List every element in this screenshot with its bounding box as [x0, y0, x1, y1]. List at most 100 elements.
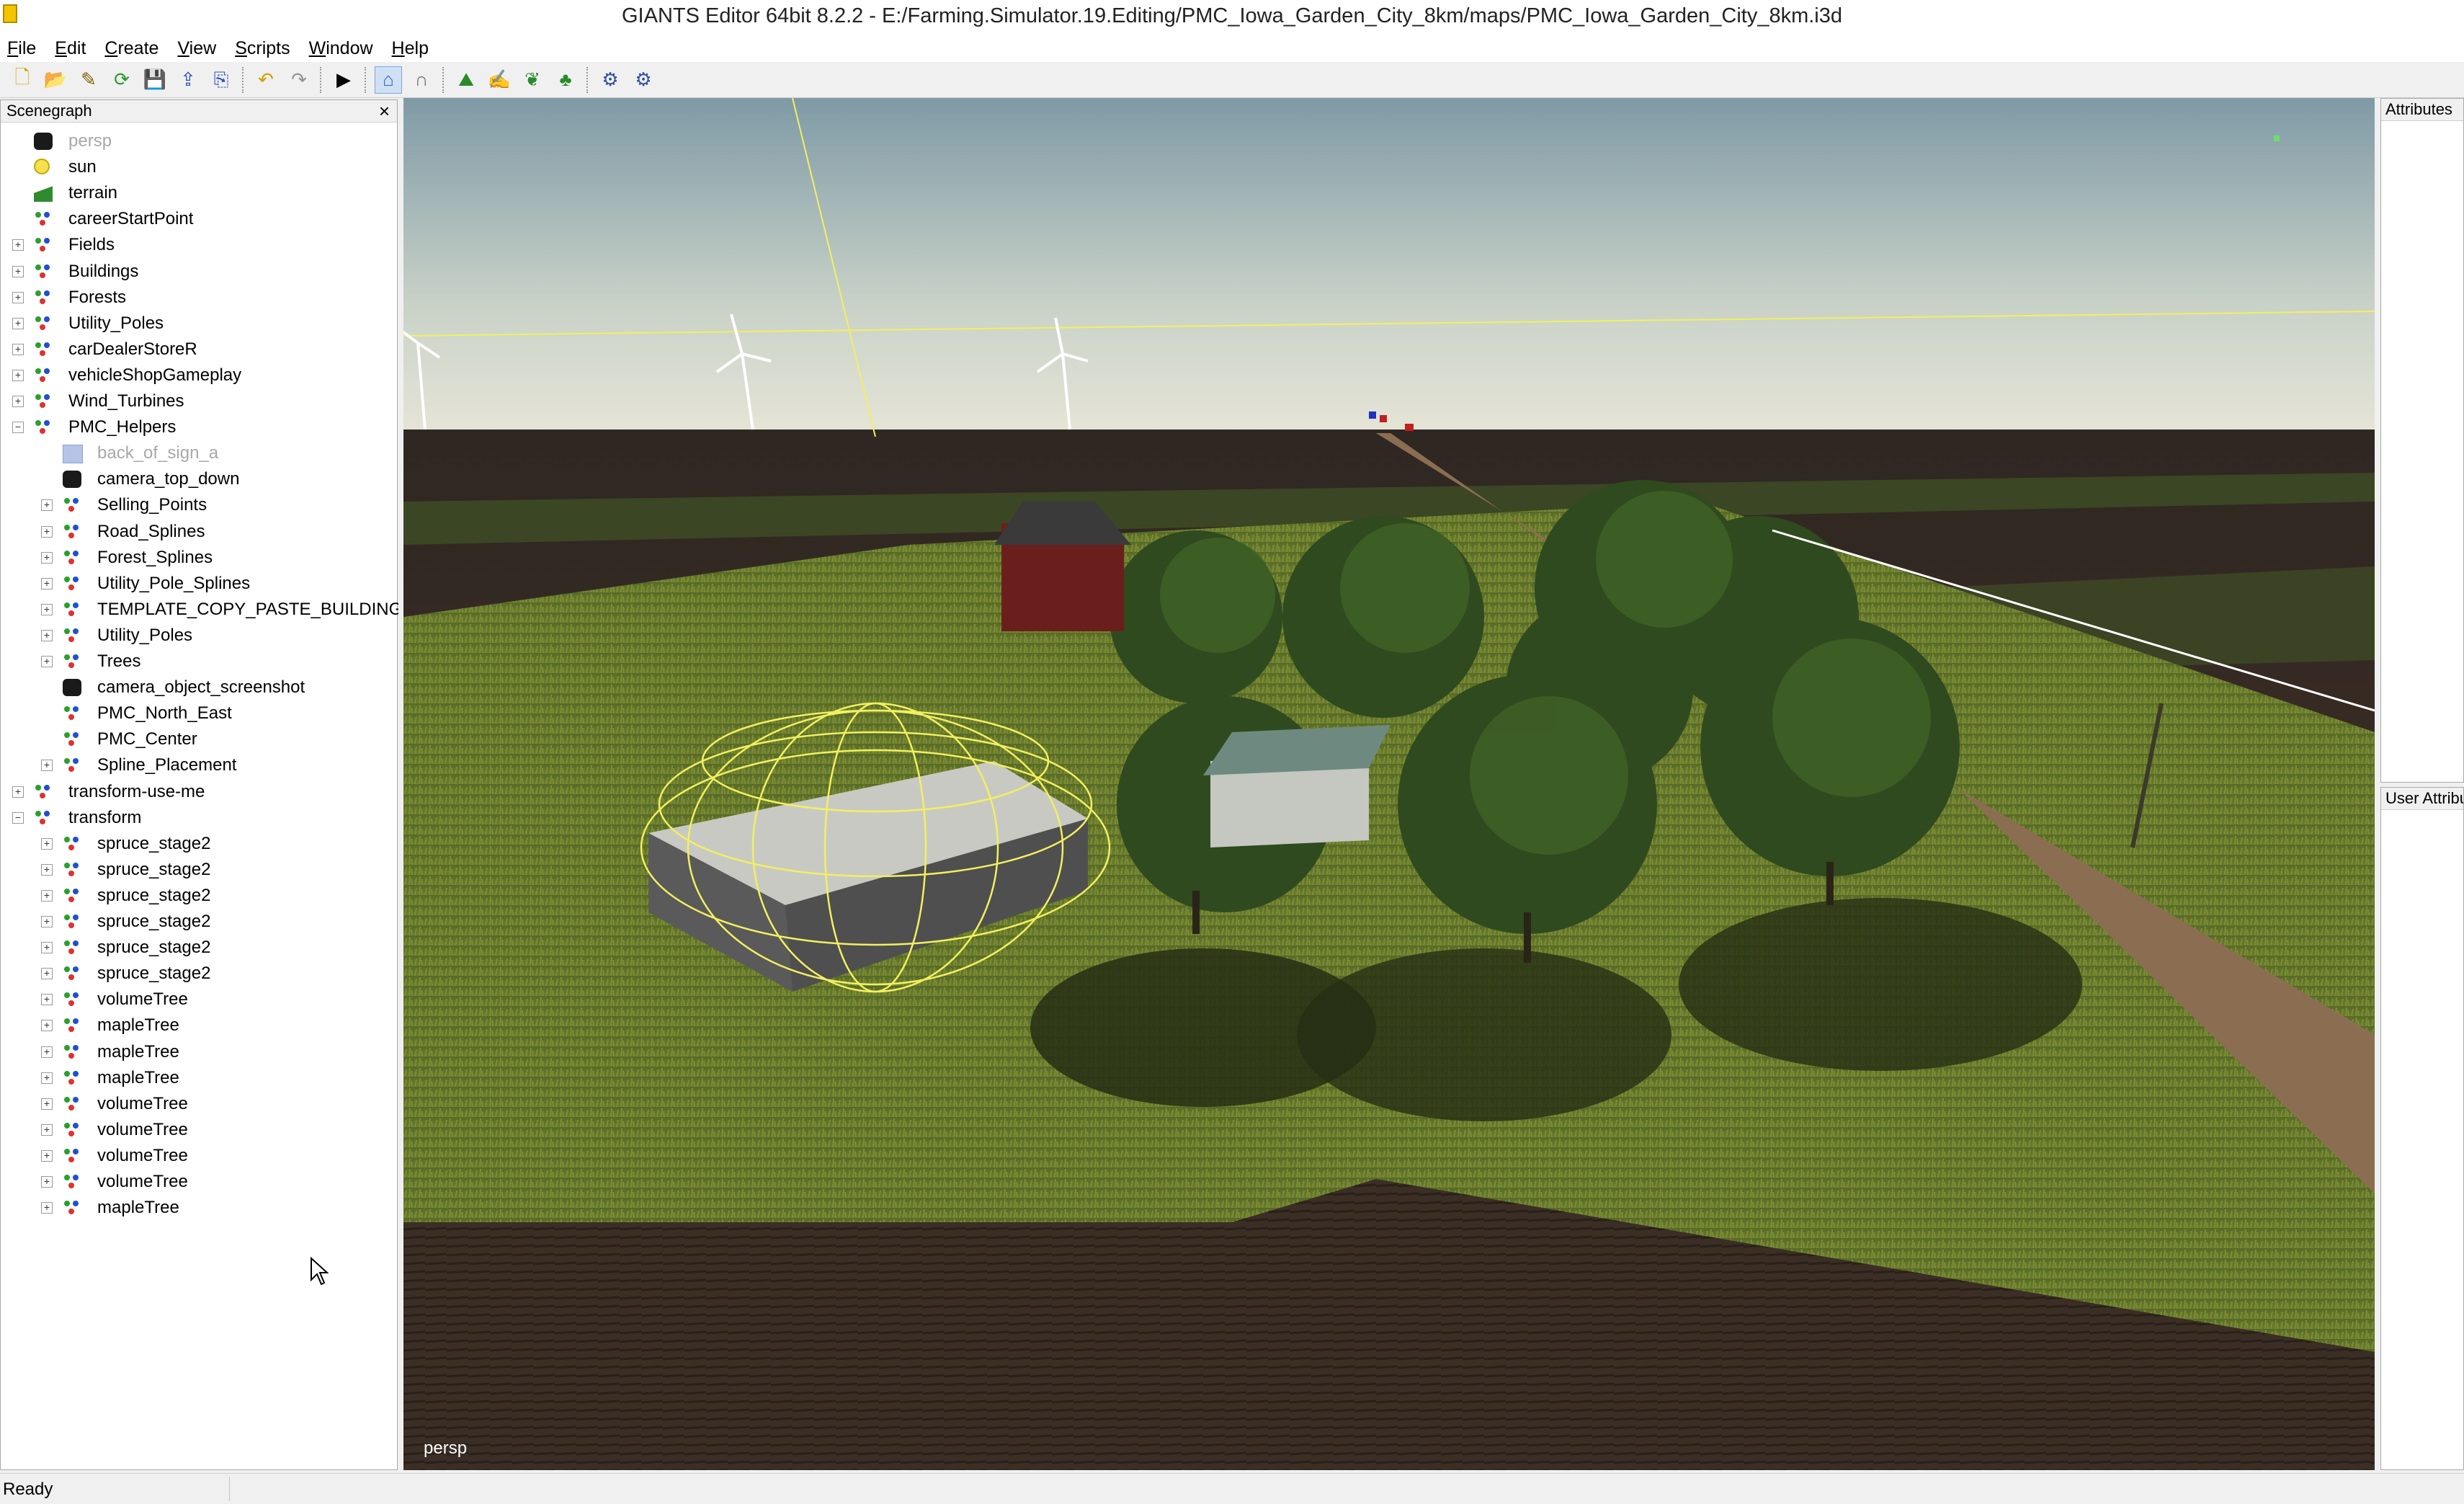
expand-icon[interactable]: +	[41, 1149, 53, 1162]
export-icon[interactable]: ⇪	[174, 66, 202, 94]
expand-icon[interactable]: +	[41, 656, 53, 667]
collapse-icon[interactable]: −	[12, 811, 24, 824]
tree-node[interactable]: + spruce_stage2	[1, 935, 398, 961]
expand-icon[interactable]: +	[12, 396, 24, 407]
expand-icon[interactable]: +	[12, 291, 24, 303]
close-icon[interactable]: ×	[379, 100, 390, 122]
tree-node[interactable]: camera_object_screenshot	[1, 675, 398, 700]
expand-icon[interactable]: +	[12, 239, 24, 252]
tree-node[interactable]: − PMC_Helpers	[1, 414, 398, 440]
tree-paint-icon[interactable]: ♣	[552, 66, 579, 94]
tree-node[interactable]: PMC_North_East	[1, 700, 398, 726]
expand-icon[interactable]: +	[41, 1046, 53, 1058]
move-tool-icon[interactable]: ∩	[408, 66, 435, 94]
tree-node[interactable]: + volumeTree	[1, 1091, 398, 1117]
tree-node[interactable]: sun	[1, 154, 398, 180]
expand-icon[interactable]: +	[12, 343, 24, 355]
tree-node[interactable]: + Trees	[1, 649, 398, 675]
save-icon[interactable]: 💾	[141, 66, 169, 94]
tree-node[interactable]: + Forest_Splines	[1, 545, 398, 571]
edit-icon[interactable]: ✎	[75, 66, 102, 94]
tree-node[interactable]: + Spline_Placement	[1, 752, 398, 778]
tree-node[interactable]: + spruce_stage2	[1, 961, 398, 987]
play-icon[interactable]: ▶	[330, 66, 357, 94]
menu-create[interactable]: Create	[104, 38, 169, 59]
tree-node[interactable]: + Utility_Poles	[1, 311, 398, 337]
expand-icon[interactable]: +	[41, 1098, 53, 1110]
tree-node[interactable]: careerStartPoint	[1, 206, 398, 232]
undo-icon[interactable]: ↶	[252, 66, 280, 94]
tree-node[interactable]: − transform	[1, 805, 398, 831]
tree-node[interactable]: + Fields	[1, 232, 398, 258]
expand-icon[interactable]: +	[41, 863, 53, 876]
tree-node[interactable]: + Utility_Poles	[1, 623, 398, 649]
expand-icon[interactable]: +	[12, 317, 24, 329]
expand-icon[interactable]: +	[41, 968, 53, 980]
expand-icon[interactable]: +	[41, 1020, 53, 1032]
tree-node[interactable]: terrain	[1, 180, 398, 206]
menu-edit[interactable]: Edit	[55, 38, 96, 59]
tree-node[interactable]: persp	[1, 128, 398, 154]
tree-node[interactable]: + volumeTree	[1, 1143, 398, 1169]
import-icon[interactable]: ⎘	[207, 66, 235, 94]
expand-icon[interactable]: +	[41, 1176, 53, 1188]
tree-node[interactable]: back_of_sign_a	[1, 440, 398, 466]
terrain-paint-icon[interactable]: ✍	[486, 66, 513, 94]
menu-scripts[interactable]: Scripts	[235, 38, 300, 59]
expand-icon[interactable]: +	[41, 994, 53, 1006]
tree-node[interactable]: + mapleTree	[1, 1013, 398, 1038]
new-file-icon[interactable]: 🗋	[9, 66, 36, 94]
expand-icon[interactable]: +	[41, 1202, 53, 1214]
tree-node[interactable]: + spruce_stage2	[1, 857, 398, 883]
refresh-icon[interactable]: ⟳	[108, 66, 135, 94]
menu-window[interactable]: Window	[309, 38, 383, 59]
tree-node[interactable]: + mapleTree	[1, 1195, 398, 1221]
select-tool-icon[interactable]: ⌂	[375, 66, 402, 94]
expand-icon[interactable]: +	[12, 369, 24, 381]
menu-view[interactable]: View	[177, 38, 226, 59]
tree-node[interactable]: + transform-use-me	[1, 779, 398, 805]
tree-node[interactable]: + Selling_Points	[1, 492, 398, 518]
expand-icon[interactable]: +	[41, 1123, 53, 1136]
expand-icon[interactable]: +	[41, 1072, 53, 1084]
collapse-icon[interactable]: −	[12, 422, 24, 434]
expand-icon[interactable]: +	[41, 577, 53, 589]
expand-icon[interactable]: +	[41, 551, 53, 564]
tree-node[interactable]: + volumeTree	[1, 987, 398, 1013]
menu-help[interactable]: Help	[392, 38, 439, 59]
open-folder-icon[interactable]: 📂	[42, 66, 69, 94]
expand-icon[interactable]: +	[41, 760, 53, 772]
settings-icon[interactable]: ⚙	[630, 66, 657, 94]
tree-node[interactable]: + spruce_stage2	[1, 831, 398, 857]
tree-node[interactable]: + mapleTree	[1, 1065, 398, 1091]
terrain-sculpt-icon[interactable]: ⛰	[452, 66, 480, 94]
tree-node[interactable]: + spruce_stage2	[1, 883, 398, 909]
expand-icon[interactable]: +	[41, 525, 53, 538]
tree-node[interactable]: PMC_Center	[1, 726, 398, 752]
tree-node[interactable]: + carDealerStoreR	[1, 337, 398, 362]
tree-node[interactable]: + Buildings	[1, 259, 398, 285]
tree-node[interactable]: + TEMPLATE_COPY_PASTE_BUILDING	[1, 597, 398, 623]
expand-icon[interactable]: +	[41, 837, 53, 850]
expand-icon[interactable]: +	[41, 629, 53, 641]
expand-icon[interactable]: +	[41, 889, 53, 902]
expand-icon[interactable]: +	[12, 265, 24, 277]
expand-icon[interactable]: +	[41, 942, 53, 954]
foliage-paint-icon[interactable]: ❦	[519, 66, 546, 94]
tree-node[interactable]: + volumeTree	[1, 1117, 398, 1143]
expand-icon[interactable]: +	[41, 916, 53, 927]
tree-node[interactable]: + mapleTree	[1, 1039, 398, 1065]
tree-node[interactable]: camera_top_down	[1, 466, 398, 492]
3d-viewport[interactable]: persp	[403, 98, 2375, 1470]
expand-icon[interactable]: +	[41, 603, 53, 615]
tree-node[interactable]: + Forests	[1, 285, 398, 311]
tree-node[interactable]: + Road_Splines	[1, 519, 398, 545]
menu-file[interactable]: File	[7, 38, 46, 59]
expand-icon[interactable]: +	[12, 786, 24, 798]
redo-icon[interactable]: ↷	[285, 66, 313, 94]
tree-node[interactable]: + vehicleShopGameplay	[1, 362, 398, 388]
tree-node[interactable]: + spruce_stage2	[1, 909, 398, 935]
tree-node[interactable]: + volumeTree	[1, 1169, 398, 1195]
expand-icon[interactable]: +	[41, 499, 53, 512]
tree-node[interactable]: + Wind_Turbines	[1, 388, 398, 414]
